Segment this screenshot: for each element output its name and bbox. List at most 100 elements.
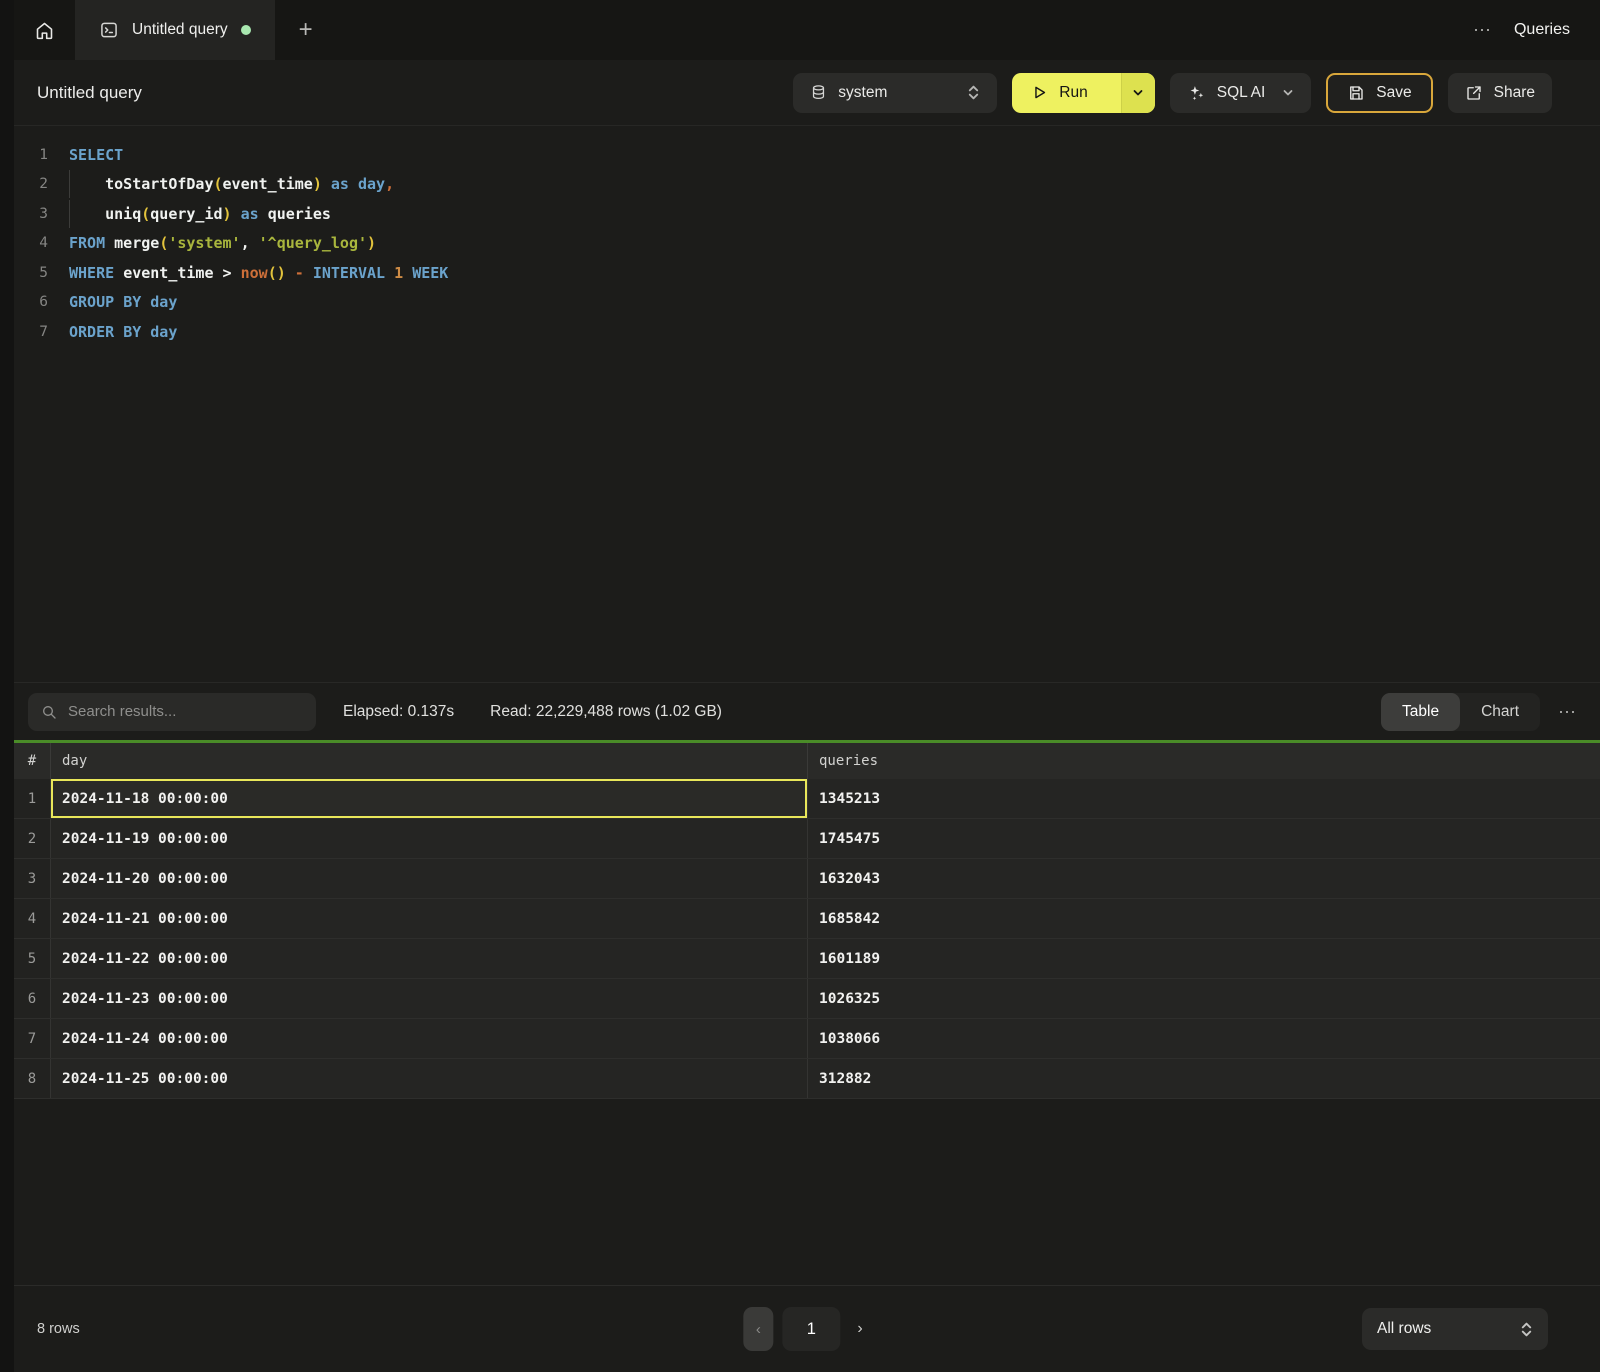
cell-day[interactable]: 2024-11-21 00:00:00 (50, 899, 807, 938)
code-line[interactable]: 5 WHERE event_time > now() - INTERVAL 1 W… (14, 258, 1600, 288)
results-table: #dayqueries 12024-11-18 00:00:0013452132… (14, 743, 1600, 1285)
code-text: SELECT (69, 146, 123, 164)
page-title: Untitled query (37, 83, 142, 103)
save-icon (1347, 84, 1365, 102)
table-row: 12024-11-18 00:00:001345213 (14, 779, 1600, 819)
new-tab-button[interactable]: + (275, 0, 337, 60)
sql-ai-button[interactable]: SQL AI (1170, 73, 1312, 113)
code-line[interactable]: 2 toStartOfDay(event_time) as day, (14, 170, 1600, 200)
tab-table-view[interactable]: Table (1381, 693, 1460, 731)
results-menu-button[interactable]: ⋯ (1558, 703, 1577, 721)
table-row: 52024-11-22 00:00:001601189 (14, 939, 1600, 979)
cell-queries[interactable]: 312882 (807, 1059, 1600, 1098)
save-button-label: Save (1376, 84, 1411, 102)
cell-day[interactable]: 2024-11-23 00:00:00 (50, 979, 807, 1018)
row-number: 7 (14, 1019, 50, 1058)
tab-chart-view[interactable]: Chart (1460, 693, 1540, 731)
read-stat: Read: 22,229,488 rows (1.02 GB) (490, 703, 722, 721)
code-text: GROUP BY day (69, 293, 177, 311)
sql-ai-label: SQL AI (1217, 84, 1266, 102)
search-icon (41, 704, 57, 720)
cell-queries[interactable]: 1026325 (807, 979, 1600, 1018)
save-button[interactable]: Save (1326, 73, 1432, 113)
play-icon (1031, 84, 1048, 101)
table-header-row: #dayqueries (14, 743, 1600, 779)
cell-day[interactable]: 2024-11-19 00:00:00 (50, 819, 807, 858)
updown-chevron-icon (967, 84, 980, 101)
elapsed-stat: Elapsed: 0.137s (343, 703, 454, 721)
cell-queries[interactable]: 1345213 (807, 779, 1600, 818)
share-button[interactable]: Share (1448, 73, 1552, 113)
share-button-label: Share (1494, 84, 1535, 102)
search-results-input[interactable] (68, 703, 303, 720)
column-header-index[interactable]: # (14, 743, 50, 779)
cell-day[interactable]: 2024-11-18 00:00:00 (50, 779, 807, 818)
cell-day[interactable]: 2024-11-22 00:00:00 (50, 939, 807, 978)
queries-link[interactable]: Queries (1514, 21, 1570, 39)
table-row: 62024-11-23 00:00:001026325 (14, 979, 1600, 1019)
unsaved-dot (241, 25, 251, 35)
home-button[interactable] (14, 0, 75, 60)
row-number: 5 (14, 939, 50, 978)
code-text: FROM merge('system', '^query_log') (69, 234, 376, 252)
sql-editor[interactable]: 1 SELECT 2 toStartOfDay(event_time) as day… (14, 126, 1600, 682)
next-page-button[interactable]: › (849, 1320, 870, 1338)
current-page-button[interactable]: 1 (782, 1307, 840, 1351)
row-number: 3 (14, 859, 50, 898)
tabbar-menu-button[interactable]: ⋯ (1473, 21, 1492, 39)
code-line[interactable]: 1 SELECT (14, 140, 1600, 170)
indent-guide (69, 170, 70, 198)
chevron-down-icon (1282, 87, 1294, 99)
run-button[interactable]: Run (1012, 73, 1154, 113)
line-number: 3 (14, 206, 48, 222)
run-options-button[interactable] (1121, 73, 1155, 113)
tab-title: Untitled query (132, 21, 228, 39)
view-toggle: Table Chart (1381, 693, 1540, 731)
code-line[interactable]: 3 uniq(query_id) as queries (14, 199, 1600, 229)
code-text: ORDER BY day (69, 323, 177, 341)
code-line[interactable]: 4 FROM merge('system', '^query_log') (14, 229, 1600, 259)
left-edge-strip (0, 0, 14, 1372)
code-text: WHERE event_time > now() - INTERVAL 1 WE… (69, 264, 448, 282)
table-row: 22024-11-19 00:00:001745475 (14, 819, 1600, 859)
cell-day[interactable]: 2024-11-24 00:00:00 (50, 1019, 807, 1058)
cell-day[interactable]: 2024-11-25 00:00:00 (50, 1059, 807, 1098)
line-number: 1 (14, 147, 48, 163)
share-icon (1465, 84, 1483, 102)
cell-queries[interactable]: 1038066 (807, 1019, 1600, 1058)
database-icon (810, 84, 827, 101)
prev-page-button[interactable]: ‹ (743, 1307, 773, 1351)
database-select[interactable]: system (793, 73, 997, 113)
table-row: 82024-11-25 00:00:00312882 (14, 1059, 1600, 1099)
results-toolbar: Elapsed: 0.137s Read: 22,229,488 rows (1… (14, 682, 1600, 740)
cell-day[interactable]: 2024-11-20 00:00:00 (50, 859, 807, 898)
cell-queries[interactable]: 1745475 (807, 819, 1600, 858)
row-count-label: 8 rows (37, 1321, 80, 1337)
table-row: 32024-11-20 00:00:001632043 (14, 859, 1600, 899)
code-line[interactable]: 6GROUP BY day (14, 288, 1600, 318)
sparkle-icon (1187, 83, 1206, 102)
tab-bar: Untitled query + ⋯ Queries (14, 0, 1600, 60)
column-header-day[interactable]: day (50, 743, 807, 779)
terminal-tab-icon (99, 20, 119, 40)
line-number: 5 (14, 265, 48, 281)
code-line[interactable]: 7ORDER BY day (14, 317, 1600, 347)
column-header-queries[interactable]: queries (807, 743, 1600, 779)
home-icon (34, 20, 55, 41)
query-header: Untitled query system (14, 60, 1600, 126)
updown-chevron-icon (1520, 1321, 1533, 1338)
table-row: 42024-11-21 00:00:001685842 (14, 899, 1600, 939)
page-size-select[interactable]: All rows (1362, 1308, 1548, 1350)
cell-queries[interactable]: 1632043 (807, 859, 1600, 898)
app-root: Untitled query + ⋯ Queries Untitled quer… (0, 0, 1600, 1372)
line-number: 4 (14, 235, 48, 251)
table-empty-area (14, 1099, 1600, 1285)
search-results-box[interactable] (28, 693, 316, 731)
pagination: ‹ 1 › (743, 1307, 870, 1351)
row-number: 2 (14, 819, 50, 858)
cell-queries[interactable]: 1685842 (807, 899, 1600, 938)
tab-untitled-query[interactable]: Untitled query (75, 0, 275, 60)
cell-queries[interactable]: 1601189 (807, 939, 1600, 978)
page-size-value: All rows (1377, 1320, 1431, 1338)
line-number: 2 (14, 176, 48, 192)
